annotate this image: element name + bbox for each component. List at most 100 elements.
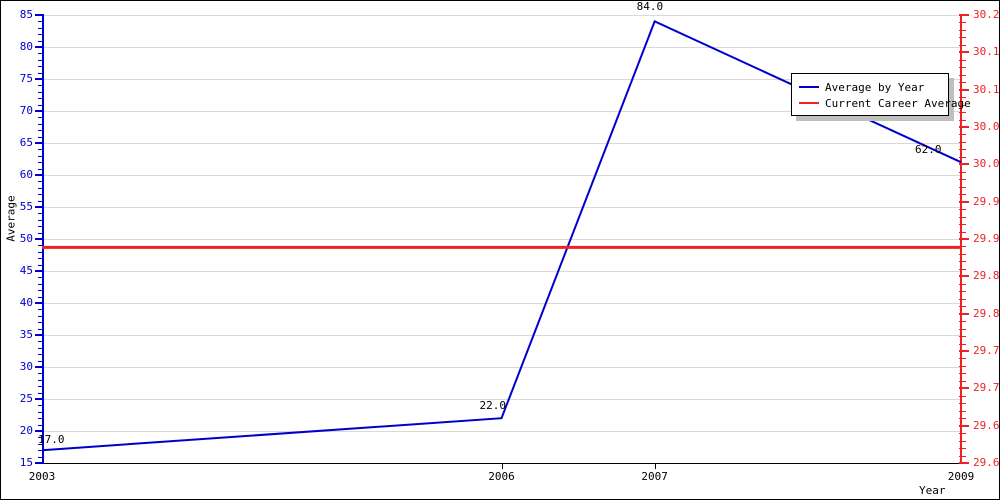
y-axis-left-minor-tick: [38, 277, 44, 279]
y-axis-left-tick-label: 60: [19, 168, 33, 181]
y-axis-left-minor-tick: [38, 162, 44, 164]
y-axis-right-tick: [959, 350, 969, 352]
gridline-y: [42, 143, 961, 144]
y-axis-right-minor-tick: [959, 380, 966, 382]
y-axis-right-minor-tick: [959, 306, 966, 308]
y-axis-right-tick: [959, 238, 969, 240]
y-axis-left-minor-tick: [38, 379, 44, 381]
y-axis-right-tick: [959, 200, 969, 203]
legend-item-current-career-average[interactable]: Current Career Average: [799, 96, 971, 110]
gridline-y: [42, 335, 961, 336]
y-axis-title: Average: [4, 195, 18, 242]
y-axis-left-minor-tick: [38, 98, 44, 100]
y-axis-left-minor-tick: [38, 392, 44, 394]
y-axis-left-tick-label: 30: [19, 360, 33, 373]
y-axis-right-tick-label: 29.95: [973, 194, 1000, 208]
y-axis-right-minor-tick: [959, 134, 966, 136]
y-axis-right-minor-tick: [959, 224, 966, 226]
y-axis-right-minor-tick: [959, 291, 966, 293]
y-axis-left-tick-label: 85: [19, 8, 33, 21]
x-axis-tick: [501, 463, 503, 469]
legend-swatch-current-career-average: [799, 102, 819, 104]
y-axis-right-tick-label: 30.10: [973, 82, 1000, 96]
y-axis-left-tick: [35, 270, 44, 272]
y-axis-left-minor-tick: [38, 168, 44, 170]
y-axis-right-minor-tick: [959, 455, 966, 457]
y-axis-left-minor-tick: [38, 130, 44, 132]
legend-swatch-average-by-year: [799, 86, 819, 88]
y-axis-left-minor-tick: [38, 123, 44, 125]
y-axis-left-minor-tick: [38, 322, 44, 324]
y-axis-right-tick: [959, 275, 969, 278]
y-axis-left-minor-tick: [38, 411, 44, 413]
y-axis-left-minor-tick: [38, 424, 44, 426]
y-axis-right-minor-tick: [959, 448, 966, 450]
legend-item-average-by-year[interactable]: Average by Year: [799, 80, 924, 94]
y-axis-right-tick: [959, 51, 969, 54]
y-axis-left-minor-tick: [38, 456, 44, 458]
y-axis-left-minor-tick: [38, 200, 44, 202]
x-axis-title: Year: [919, 484, 946, 497]
y-axis-left-minor-tick: [38, 418, 44, 420]
y-axis-right-minor-tick: [959, 186, 966, 188]
data-point-label: 17.0: [38, 433, 65, 447]
y-axis-left-tick-label: 80: [19, 40, 33, 53]
y-axis-left-tick: [35, 46, 44, 48]
y-axis-left-tick-label: 35: [19, 328, 33, 341]
y-axis-left-minor-tick: [38, 213, 44, 215]
y-axis-left-minor-tick: [38, 450, 44, 452]
y-axis-left-minor-tick: [38, 181, 44, 183]
y-axis-right-minor-tick: [959, 343, 966, 345]
y-axis-right-minor-tick: [959, 433, 966, 435]
y-axis-left-minor-tick: [38, 136, 44, 138]
y-axis-left-tick-label: 65: [19, 136, 33, 149]
y-axis-left-minor-tick: [38, 117, 44, 119]
y-axis-left-minor-tick: [38, 264, 44, 266]
y-axis-right-minor-tick: [959, 119, 966, 121]
y-axis-left-tick: [35, 78, 44, 80]
y-axis-right-minor-tick: [959, 29, 966, 31]
y-axis-right-minor-tick: [959, 298, 966, 300]
x-axis-tick-label: 2007: [641, 470, 668, 483]
y-axis-right-minor-tick: [959, 67, 966, 69]
y-axis-right-minor-tick: [959, 403, 966, 405]
y-axis-left-tick-label: 55: [19, 200, 33, 213]
y-axis-right-tick: [959, 424, 969, 427]
y-axis-right-tick-label: 29.65: [973, 418, 1000, 432]
y-axis-left-minor-tick: [38, 34, 44, 36]
y-axis-right-minor-tick: [959, 418, 966, 420]
y-axis-left-tick: [35, 366, 44, 368]
y-axis-left-minor-tick: [38, 104, 44, 106]
y-axis-right-minor-tick: [959, 358, 966, 360]
y-axis-left-minor-tick: [38, 347, 44, 349]
y-axis-left-tick: [35, 14, 44, 16]
y-axis-left-minor-tick: [38, 27, 44, 29]
chart-legend[interactable]: Average by Year Current Career Average: [791, 73, 971, 116]
y-axis-right-tick-label: 30.00: [973, 157, 1000, 171]
y-axis-right-minor-tick: [959, 216, 966, 218]
y-axis-right-tick-label: 29.80: [973, 306, 1000, 320]
legend-label-average-by-year: Average by Year: [825, 80, 925, 94]
gridline-y: [42, 271, 961, 272]
y-axis-right-minor-tick: [959, 261, 966, 263]
legend-label-current-career-average: Current Career Average: [825, 96, 971, 110]
y-axis-left-minor-tick: [38, 72, 44, 74]
y-axis-left-minor-tick: [38, 309, 44, 311]
y-axis-right-minor-tick: [959, 74, 966, 76]
y-axis-left-minor-tick: [38, 360, 44, 362]
gridline-y: [42, 431, 961, 432]
y-axis-left-minor-tick: [38, 283, 44, 285]
gridline-y: [42, 15, 961, 16]
y-axis-right-tick-label: 29.85: [973, 269, 1000, 283]
x-axis-tick: [654, 463, 656, 469]
y-axis-left-tick-label: 20: [19, 424, 33, 437]
y-axis-left-minor-tick: [38, 232, 44, 234]
y-axis-right-tick: [959, 163, 969, 166]
y-axis-right-tick-label: 30.05: [973, 120, 1000, 133]
y-axis-right-minor-tick: [959, 82, 966, 84]
y-axis-left-minor-tick: [38, 258, 44, 260]
y-axis-left-tick-label: 75: [19, 72, 33, 85]
y-axis-left-minor-tick: [38, 226, 44, 228]
y-axis-right-tick: [959, 126, 969, 128]
y-axis-left-tick: [35, 462, 44, 464]
